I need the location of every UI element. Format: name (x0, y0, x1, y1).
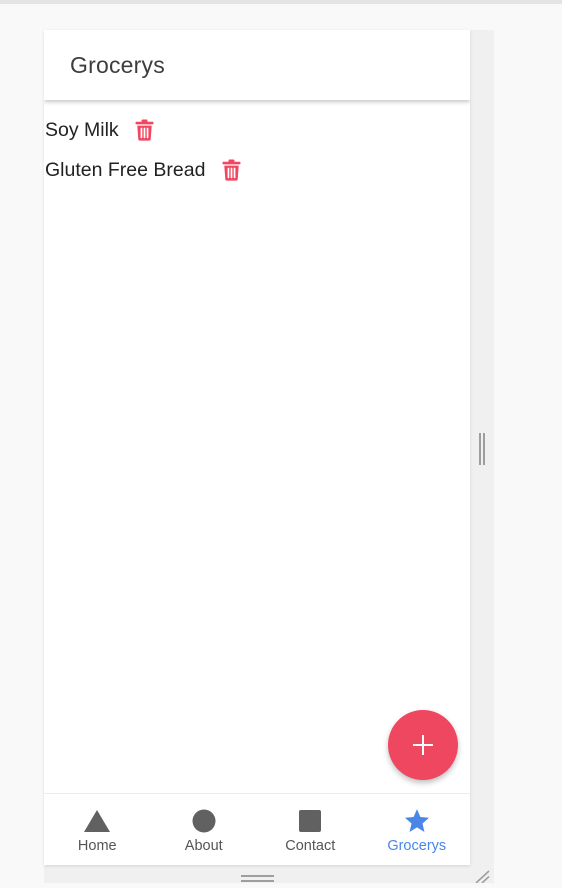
trash-icon (222, 159, 241, 181)
add-item-button[interactable] (388, 710, 458, 780)
vertical-resize-handle[interactable] (479, 433, 486, 465)
triangle-icon (83, 807, 111, 835)
app-viewport: Grocerys Soy Milk Gluten Free Bread Home… (44, 30, 470, 865)
nav-item-home[interactable]: Home (44, 794, 151, 865)
delete-item-button[interactable] (134, 118, 156, 142)
grocery-item-label: Gluten Free Bread (45, 158, 206, 181)
browser-top-strip (0, 0, 562, 4)
app-bar: Grocerys (44, 30, 470, 100)
nav-label: Grocerys (387, 838, 447, 854)
square-icon (296, 807, 324, 835)
star-icon (403, 807, 431, 835)
delete-item-button[interactable] (220, 158, 242, 182)
bottom-navigation: Home About Contact Grocerys (44, 793, 470, 865)
list-item: Gluten Free Bread (44, 150, 470, 190)
nav-item-grocerys[interactable]: Grocerys (364, 794, 471, 865)
grocery-item-label: Soy Milk (45, 118, 119, 141)
list-item: Soy Milk (44, 110, 470, 150)
horizontal-resize-handle[interactable] (241, 875, 274, 882)
nav-label: Home (77, 838, 117, 854)
corner-resize-grip[interactable] (472, 868, 490, 884)
grocery-list: Soy Milk Gluten Free Bread (44, 110, 470, 190)
circle-icon (190, 807, 218, 835)
nav-label: Contact (285, 838, 336, 854)
trash-icon (135, 119, 154, 141)
nav-item-about[interactable]: About (151, 794, 258, 865)
nav-label: About (184, 838, 223, 854)
plus-icon (413, 735, 433, 755)
nav-item-contact[interactable]: Contact (257, 794, 364, 865)
page-title: Grocerys (70, 52, 165, 78)
